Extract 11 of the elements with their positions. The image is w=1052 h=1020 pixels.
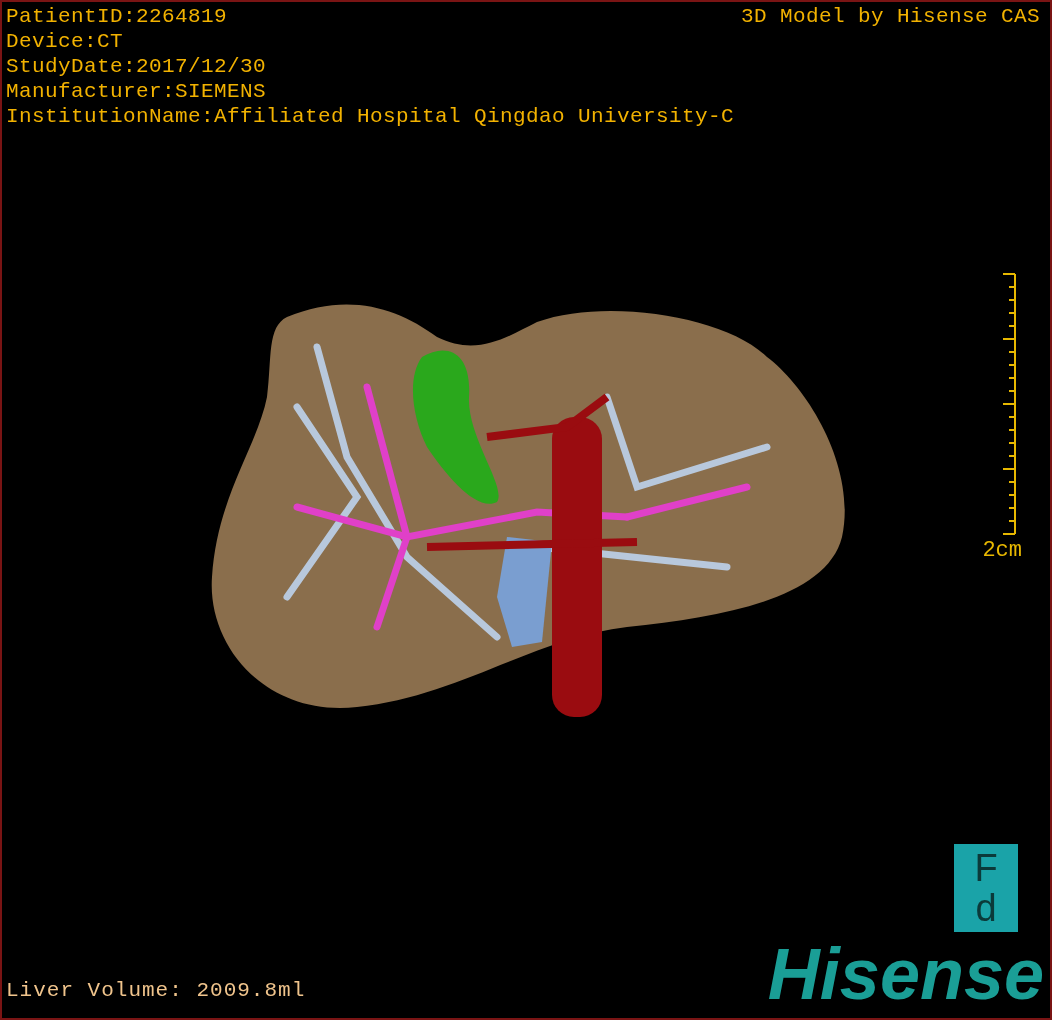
scale-label: 2cm [982,538,1022,564]
info-text: PatientID:2264819 [6,4,229,29]
info-text: Manufacturer:SIEMENS [6,79,268,104]
viewer-title: 3D Model by Hisense CAS [740,4,1040,30]
info-text: InstitutionName:Affiliated Hospital Qingdao University-C [6,104,735,129]
info-text: StudyDate:2017/12/30 [6,54,268,79]
info-text: Device:CT [6,29,125,54]
marker-letter: F [974,848,998,888]
liver-volume-text: Liver Volume: 2009.8ml [6,978,306,1004]
marker-letter: d [975,888,997,928]
brand-logo: Hisense [767,938,1045,1010]
